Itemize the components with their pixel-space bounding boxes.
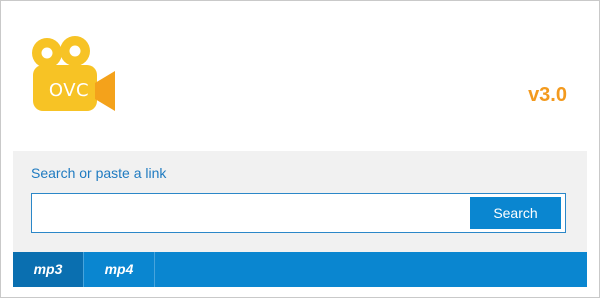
search-button[interactable]: Search xyxy=(470,197,561,229)
search-panel: Search or paste a link Search mp3 mp4 xyxy=(13,151,587,287)
search-box: Search xyxy=(31,193,566,233)
tab-mp4[interactable]: mp4 xyxy=(83,252,155,287)
version-label: v3.0 xyxy=(528,84,567,106)
ovc-logo-icon: OVC xyxy=(27,35,119,113)
tab-mp3[interactable]: mp3 xyxy=(13,252,83,287)
search-prompt: Search or paste a link xyxy=(31,165,167,181)
app-window: OVC v3.0 Search or paste a link Search m… xyxy=(0,0,600,298)
format-tab-bar: mp3 mp4 xyxy=(13,252,587,287)
search-input[interactable] xyxy=(32,194,462,232)
logo-text: OVC xyxy=(48,80,90,101)
